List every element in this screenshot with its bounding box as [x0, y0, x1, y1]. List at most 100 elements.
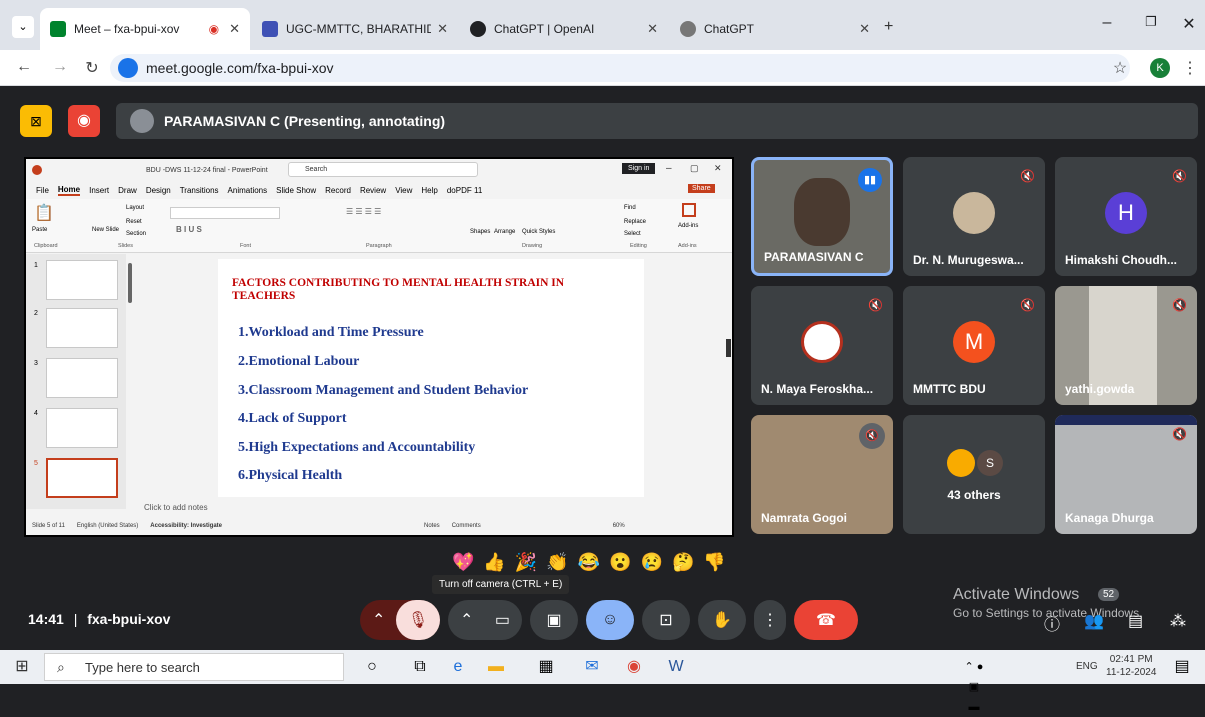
task-view-icon[interactable]: ⧉ [410, 657, 430, 677]
tab-search-button[interactable]: ⌄ [12, 16, 34, 38]
reaction-party-icon[interactable]: 🎉 [515, 552, 537, 573]
leave-call-button[interactable]: ☎ [794, 600, 858, 640]
input-language[interactable]: ENG [1076, 661, 1098, 672]
back-icon[interactable]: ← [12, 58, 36, 76]
new-tab-button[interactable]: + [884, 18, 893, 36]
font-name-select[interactable] [170, 207, 280, 219]
ppt-menu-view[interactable]: View [395, 186, 412, 195]
ppt-menu-transitions[interactable]: Transitions [180, 186, 219, 195]
present-button[interactable]: ⊡ [642, 600, 690, 640]
tray-icons[interactable]: ⌃ ● ▣ ▬ [964, 657, 984, 713]
mail-icon[interactable]: ✉ [582, 657, 602, 677]
raise-hand-button[interactable]: ✋ [698, 600, 746, 640]
store-icon[interactable]: ▦ [536, 657, 556, 677]
ppt-menu-slideshow[interactable]: Slide Show [276, 186, 316, 195]
windows-start-icon[interactable]: ⊞ [12, 657, 32, 677]
reaction-clap-icon[interactable]: 👏 [546, 552, 568, 573]
browser-menu-icon[interactable]: ⋮ [1178, 58, 1202, 78]
participant-tile-paramasivan[interactable]: ▮▮ PARAMASIVAN C [751, 157, 893, 276]
tab-ugc[interactable]: UGC-MMTTC, BHARATHIDASAN ✕ [252, 8, 458, 50]
close-tab-icon[interactable]: ✕ [229, 21, 240, 37]
new-slide-button[interactable]: New Slide [92, 227, 119, 233]
ppt-menu-home[interactable]: Home [57, 185, 81, 196]
slide-thumbnail[interactable] [46, 308, 118, 348]
ppt-menu-draw[interactable]: Draw [118, 186, 137, 195]
tab-meet[interactable]: Meet – fxa-bpui-xov ◉ ✕ [40, 8, 250, 50]
url-bar[interactable]: meet.google.com/fxa-bpui-xov [110, 54, 1130, 82]
reload-icon[interactable]: ↻ [80, 58, 104, 78]
minimize-icon[interactable]: – [1092, 14, 1122, 32]
slide-thumbnail[interactable] [46, 260, 118, 300]
recording-icon[interactable]: ◉ [68, 105, 100, 137]
accessibility-status[interactable]: Accessibility: Investigate [150, 523, 222, 529]
zoom-level[interactable]: 60% [613, 523, 625, 529]
profile-avatar[interactable]: K [1150, 58, 1170, 78]
ppt-menu-file[interactable]: File [36, 186, 49, 195]
shapes-button[interactable]: Shapes [470, 229, 490, 235]
ppt-share-button[interactable]: Share [688, 184, 715, 193]
restore-icon[interactable]: ❐ [1136, 14, 1166, 30]
comments-toggle[interactable]: Comments [452, 523, 481, 529]
activities-icon[interactable]: ⁂ [1170, 611, 1186, 631]
notes-pane[interactable]: Click to add notes [126, 499, 730, 517]
meeting-code[interactable]: fxa-bpui-xov [87, 611, 170, 627]
site-info-icon[interactable] [118, 58, 138, 78]
reaction-sad-icon[interactable]: 😢 [641, 552, 663, 573]
reaction-surprised-icon[interactable]: 😮 [609, 552, 631, 573]
participant-tile-mmttc[interactable]: 🔇 M MMTTC BDU [903, 286, 1045, 405]
reaction-thumbs-down-icon[interactable]: 👎 [703, 552, 725, 573]
chrome-icon[interactable]: ◉ [624, 657, 644, 677]
participant-tile-maya[interactable]: 🔇 N. Maya Feroskha... [751, 286, 893, 405]
tab-chatgpt-openai[interactable]: ChatGPT | OpenAI ✕ [460, 8, 668, 50]
slide-scrollbar[interactable] [726, 339, 731, 357]
addins-icon[interactable] [682, 203, 696, 217]
ppt-menu-dopdf[interactable]: doPDF 11 [447, 186, 482, 195]
ppt-minimize-icon[interactable]: – [666, 163, 672, 174]
ppt-menu-help[interactable]: Help [421, 186, 437, 195]
ppt-menu-animations[interactable]: Animations [228, 186, 268, 195]
reaction-thinking-icon[interactable]: 🤔 [672, 552, 694, 573]
window-close-icon[interactable]: ✕ [1174, 14, 1204, 34]
participant-tile-kanaga[interactable]: 🔇 Kanaga Dhurga [1055, 415, 1197, 534]
chat-icon[interactable]: ▤ [1128, 611, 1143, 631]
close-tab-icon[interactable]: ✕ [647, 21, 658, 37]
ppt-menu-review[interactable]: Review [360, 186, 386, 195]
notes-toggle[interactable]: Notes [424, 523, 440, 529]
emoji-button[interactable]: ☺ [586, 600, 634, 640]
replace-button[interactable]: Replace [624, 219, 646, 225]
arrange-button[interactable]: Arrange [494, 229, 515, 235]
ppt-close-icon[interactable]: ✕ [714, 163, 722, 174]
close-tab-icon[interactable]: ✕ [437, 21, 448, 37]
camera-button[interactable]: ⌃ ▭ [448, 600, 522, 640]
slide-thumbnail-selected[interactable] [46, 458, 118, 498]
more-options-button[interactable]: ⋮ [754, 600, 786, 640]
select-button[interactable]: Select [624, 231, 641, 237]
file-explorer-icon[interactable]: ▬ [486, 657, 506, 677]
thumb-scrollbar[interactable] [128, 263, 132, 303]
meeting-details-icon[interactable]: ⓘ [1044, 611, 1060, 635]
reset-button[interactable]: Reset [126, 219, 142, 225]
taskbar-clock[interactable]: 02:41 PM 11-12-2024 [1106, 653, 1156, 679]
bookmark-star-icon[interactable]: ☆ [1108, 58, 1132, 78]
reaction-laugh-icon[interactable]: 😂 [578, 552, 600, 573]
font-format-icons[interactable]: B I U S [176, 225, 202, 234]
participant-tile-murugeswari[interactable]: 🔇 Dr. N. Murugeswa... [903, 157, 1045, 276]
close-tab-icon[interactable]: ✕ [859, 21, 870, 37]
find-button[interactable]: Find [624, 205, 636, 211]
section-button[interactable]: Section [126, 231, 146, 237]
mic-toggle-button[interactable]: 🎙 [396, 600, 440, 640]
participant-tile-others[interactable]: S 43 others [903, 415, 1045, 534]
ppt-restore-icon[interactable]: ▢ [690, 163, 699, 174]
reaction-thumbs-up-icon[interactable]: 👍 [483, 552, 505, 573]
word-icon[interactable]: W [666, 657, 686, 677]
reaction-heart-icon[interactable]: 💖 [452, 552, 474, 573]
ppt-sign-in-button[interactable]: Sign in [622, 163, 656, 174]
edge-icon[interactable]: e [448, 657, 468, 677]
layout-button[interactable]: Layout [126, 205, 144, 211]
paste-icon[interactable]: 📋 [34, 203, 54, 223]
slide-thumbnail[interactable] [46, 358, 118, 398]
participant-tile-himakshi[interactable]: 🔇 H Himakshi Choudh... [1055, 157, 1197, 276]
captions-button[interactable]: ▣ [530, 600, 578, 640]
slide-thumbnail[interactable] [46, 408, 118, 448]
participant-tile-namrata[interactable]: 🔇 Namrata Gogoi [751, 415, 893, 534]
